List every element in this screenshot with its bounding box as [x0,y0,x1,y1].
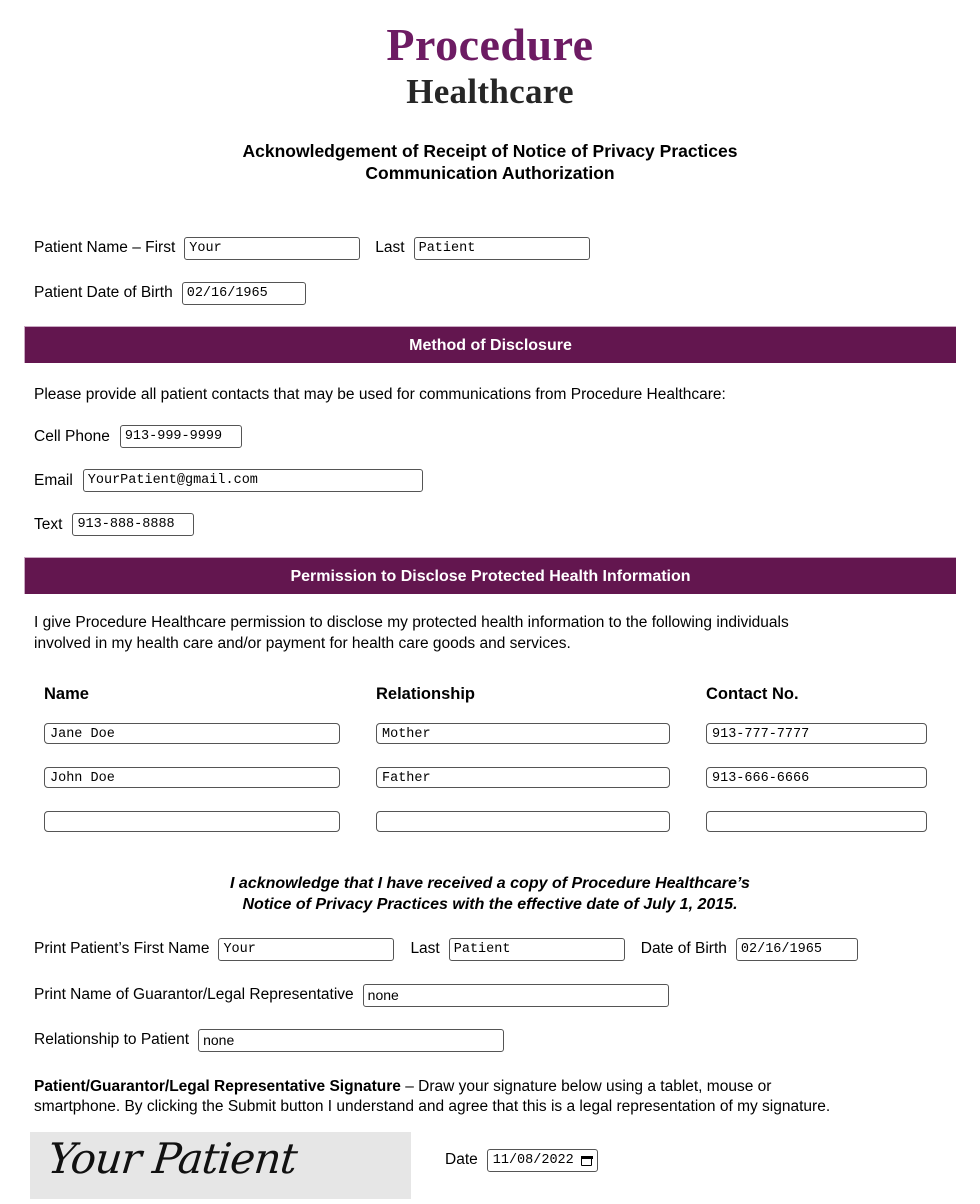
column-header-name: Name [44,685,89,704]
guarantor-relationship-label: Relationship to Patient [34,1031,190,1049]
contact-number-input[interactable]: 913-777-7777 [706,723,927,745]
contact-number-input[interactable] [706,811,927,833]
acknowledgement-line-2: Notice of Privacy Practices with the eff… [242,896,738,914]
patient-first-name-input[interactable]: Your [184,236,361,260]
text-number-label: Text [34,515,63,533]
signature-date-group: Date 11/08/2022 [445,1148,598,1172]
permission-to-disclose-banner: Permission to Disclose Protected Health … [24,557,956,595]
patient-last-name-label: Last [375,239,405,257]
print-last-name-input[interactable]: Patient [448,937,625,961]
print-dob-label: Date of Birth [640,940,727,958]
column-header-relationship: Relationship [376,685,476,704]
signature-date-label: Date [445,1151,478,1169]
calendar-icon[interactable] [580,1154,593,1167]
print-first-name-label: Print Patient’s First Name [34,940,210,958]
patient-dob-row: Patient Date of Birth 02/16/1965 [0,281,980,305]
patient-dob-label: Patient Date of Birth [34,284,173,302]
cell-phone-input[interactable]: 913-999-9999 [119,425,242,449]
text-number-row: Text 913-888-8888 [0,513,980,537]
guarantor-name-row: Print Name of Guarantor/Legal Representa… [0,983,980,1007]
signature-area: Your Patient Date 11/08/2022 [0,1131,980,1199]
contact-name-input[interactable]: Jane Doe [44,723,340,745]
print-dob-input[interactable]: 02/16/1965 [735,937,858,961]
signature-drawn-text: Your Patient [45,1133,299,1183]
table-row: Jane Doe Mother 913-777-7777 [44,723,936,745]
cell-phone-row: Cell Phone 913-999-9999 [0,425,980,449]
logo-secondary-text: Healthcare [406,72,574,111]
logo-primary-text: Procedure [386,19,594,70]
signature-canvas[interactable]: Your Patient [30,1131,411,1199]
acknowledgement-line-1: I acknowledge that I have received a cop… [230,875,750,893]
guarantor-relationship-input[interactable]: none [198,1028,505,1052]
disclose-contacts-table: Name Relationship Contact No. Jane Doe M… [0,685,980,833]
page-title-line-1: Acknowledgement of Receipt of Notice of … [242,140,738,161]
method-of-disclosure-banner: Method of Disclosure [24,325,956,363]
text-number-input[interactable]: 913-888-8888 [72,513,195,537]
acknowledgement-statement: I acknowledge that I have received a cop… [0,873,980,915]
privacy-practices-form: Procedure Healthcare Acknowledgement of … [0,0,980,1204]
email-input[interactable]: YourPatient@gmail.com [82,469,423,493]
contact-relationship-input[interactable] [376,811,670,833]
contact-name-input[interactable]: John Doe [44,767,340,789]
patient-name-row: Patient Name – First Your Last Patient [0,236,980,260]
column-header-contact: Contact No. [706,685,799,704]
signature-heading-rest: – Draw your signature below using a tabl… [400,1077,772,1095]
permission-paragraph: I give Procedure Healthcare permission t… [0,613,980,654]
contact-relationship-input[interactable]: Father [376,767,670,789]
email-row: Email YourPatient@gmail.com [0,469,980,493]
contact-number-input[interactable]: 913-666-6666 [706,767,927,789]
signature-heading-bold: Patient/Guarantor/Legal Representative S… [34,1077,401,1095]
page-title-line-2: Communication Authorization [365,163,615,184]
signature-instructions-line-2: smartphone. By clicking the Submit butto… [34,1098,831,1116]
print-last-name-label: Last [410,940,440,958]
signature-date-input[interactable]: 11/08/2022 [486,1148,598,1172]
permission-paragraph-line-1: I give Procedure Healthcare permission t… [34,614,789,632]
print-first-name-input[interactable]: Your [218,937,395,961]
table-row [44,811,936,833]
permission-paragraph-line-2: involved in my health care and/or paymen… [34,634,571,652]
table-header-row: Name Relationship Contact No. [44,685,936,704]
signature-instructions: Patient/Guarantor/Legal Representative S… [0,1077,980,1118]
signature-date-value: 11/08/2022 [492,1152,574,1168]
company-logo: Procedure Healthcare [0,0,980,114]
print-patient-name-row: Print Patient’s First Name Your Last Pat… [0,937,980,961]
guarantor-name-label: Print Name of Guarantor/Legal Representa… [34,986,354,1004]
email-label: Email [34,471,73,489]
page-title: Acknowledgement of Receipt of Notice of … [0,140,980,185]
signature-instructions-line-1: Patient/Guarantor/Legal Representative S… [34,1077,946,1098]
patient-first-name-label: Patient Name – First [34,239,176,257]
contact-name-input[interactable] [44,811,340,833]
guarantor-relationship-row: Relationship to Patient none [0,1028,980,1052]
cell-phone-label: Cell Phone [34,427,110,445]
disclosure-intro-text: Please provide all patient contacts that… [34,385,726,403]
table-row: John Doe Father 913-666-6666 [44,767,936,789]
guarantor-name-input[interactable]: none [362,983,669,1007]
patient-last-name-input[interactable]: Patient [413,236,590,260]
patient-dob-input[interactable]: 02/16/1965 [181,281,306,305]
contact-relationship-input[interactable]: Mother [376,723,670,745]
